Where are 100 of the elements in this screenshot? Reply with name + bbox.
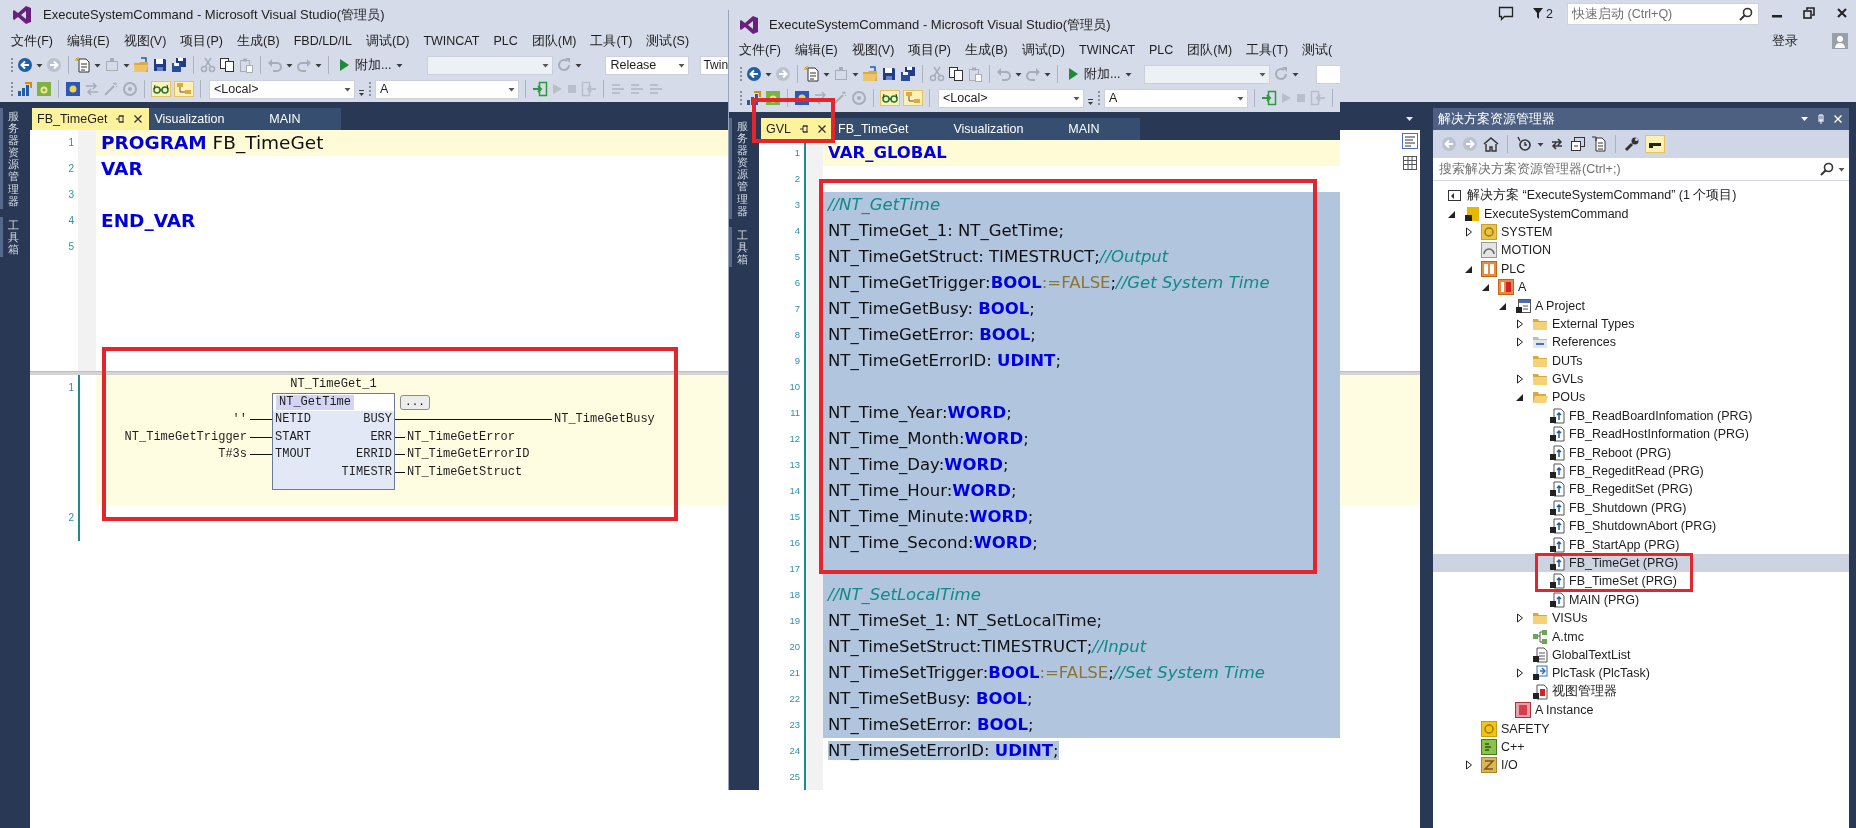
search-field[interactable]: 快速启动 (Ctrl+Q) xyxy=(1567,3,1759,25)
menu-item[interactable]: PLC xyxy=(486,31,525,50)
tree-item[interactable]: A xyxy=(1433,277,1849,297)
tree-item[interactable]: SYSTEM xyxy=(1433,222,1849,242)
menu-item[interactable]: 调试(D) xyxy=(359,31,417,50)
chart-icon[interactable] xyxy=(746,90,762,106)
login-icon[interactable] xyxy=(1261,90,1277,106)
tree-item[interactable]: FB_ShutdownAbort (PRG) xyxy=(1433,517,1849,536)
menu-item[interactable]: PLC xyxy=(1142,41,1181,59)
tree-item[interactable]: DUTs xyxy=(1433,351,1849,370)
menu-item[interactable]: 生成(B) xyxy=(230,31,287,50)
tree-item[interactable]: FB_TimeGet (PRG) xyxy=(1433,553,1849,573)
tree-item[interactable]: References xyxy=(1433,333,1849,352)
tree-item[interactable]: MAIN (PRG) xyxy=(1433,590,1849,609)
side-tab[interactable]: 工具箱 xyxy=(729,226,756,268)
tree-item[interactable]: A.tmc xyxy=(1433,627,1849,646)
gear-tile-icon[interactable] xyxy=(36,81,52,97)
tree-item[interactable]: FB_RegeditRead (PRG) xyxy=(1433,461,1849,481)
tree-item[interactable]: FB_Reboot (PRG) xyxy=(1433,443,1849,462)
copy-icon[interactable] xyxy=(219,57,235,73)
tree-item[interactable]: 视图管理器 xyxy=(1433,682,1849,701)
tree-item[interactable]: FB_Shutdown (PRG) xyxy=(1433,498,1849,518)
caret-icon[interactable] xyxy=(1800,114,1809,124)
menu-item[interactable]: 团队(M) xyxy=(1180,41,1240,59)
tree-item[interactable]: ExecuteSystemCommand xyxy=(1433,204,1849,223)
side-tab[interactable]: 服务器资源管理器 xyxy=(0,108,27,209)
avatar-icon[interactable] xyxy=(1832,33,1848,49)
menu-item[interactable]: 项目(P) xyxy=(173,31,230,50)
menu-item[interactable]: 编辑(E) xyxy=(787,41,845,59)
menu-item[interactable]: 工具(T) xyxy=(1239,41,1296,59)
menu-item[interactable]: 测试( xyxy=(1295,41,1340,59)
close-icon[interactable] xyxy=(133,114,144,124)
chart-icon[interactable] xyxy=(17,81,33,97)
side-tab[interactable]: 服务器资源管理器 xyxy=(729,118,756,219)
tree-item[interactable]: PLC xyxy=(1433,259,1849,278)
back-icon[interactable] xyxy=(746,66,762,82)
tree-item[interactable]: 解决方案 “ExecuteSystemCommand” (1 个项目) xyxy=(1433,186,1849,205)
document-tab[interactable]: FB_TimeGet xyxy=(833,118,949,140)
dropdown[interactable]: A xyxy=(375,79,519,99)
menu-item[interactable]: 项目(P) xyxy=(901,41,958,59)
login-icon[interactable] xyxy=(532,81,548,97)
tree-item[interactable]: VISUs xyxy=(1433,609,1849,628)
menu-item[interactable]: 编辑(E) xyxy=(59,31,117,50)
new-project-icon[interactable] xyxy=(804,66,820,82)
document-tab[interactable]: Visualization xyxy=(149,108,265,130)
menu-item[interactable]: 测试(S) xyxy=(639,31,697,50)
dropdown[interactable]: Release xyxy=(605,55,690,75)
expander-icon[interactable] xyxy=(1481,282,1491,293)
pin-icon[interactable] xyxy=(115,114,126,124)
tree-item[interactable]: SAFETY xyxy=(1433,719,1849,738)
fbd-network[interactable]: NT_TimeGet_1 '' NT_TimeGetTrigger T#3s NT_GetTime NETID BUSY START ERR TMOUT ERRID TIMESTR ... NT_TimeGetBusy NT_TimeGetError NT_TimeGetErrorID NT_TimeGetStruct xyxy=(96,375,729,505)
expander-icon[interactable] xyxy=(1515,374,1525,385)
expander-icon[interactable] xyxy=(1464,226,1474,237)
tree-item[interactable]: PlcTask (PlcTask) xyxy=(1433,664,1849,683)
side-tab[interactable]: 工具箱 xyxy=(0,216,27,258)
menu-item[interactable]: 生成(B) xyxy=(958,41,1015,59)
menu-item[interactable]: 团队(M) xyxy=(524,31,584,50)
expander-icon[interactable] xyxy=(1515,668,1525,679)
table-view-icon[interactable] xyxy=(1402,155,1418,171)
tree-item[interactable]: GVLs xyxy=(1433,369,1849,389)
wand-icon[interactable] xyxy=(832,90,848,106)
back-icon[interactable] xyxy=(17,57,33,73)
copy-icon[interactable] xyxy=(948,66,964,82)
dropdown[interactable]: A xyxy=(1104,88,1248,108)
preview-icon[interactable] xyxy=(1645,135,1665,153)
pin-icon[interactable] xyxy=(799,124,809,134)
swap-arrows-icon[interactable] xyxy=(813,90,829,106)
menu-item[interactable]: 工具(T) xyxy=(583,31,640,50)
history-icon[interactable] xyxy=(1516,136,1532,152)
close-icon[interactable] xyxy=(817,124,827,134)
menu-item[interactable]: 文件(F) xyxy=(732,41,788,59)
expander-icon[interactable] xyxy=(1515,337,1525,348)
tree-item[interactable]: MOTION xyxy=(1433,241,1849,260)
menu-item[interactable]: TWINCAT xyxy=(416,31,487,50)
tree-item[interactable]: FB_TimeSet (PRG) xyxy=(1433,572,1849,591)
document-tab[interactable]: GVL xyxy=(761,118,833,140)
expander-icon[interactable] xyxy=(1464,760,1474,771)
home-icon[interactable] xyxy=(1483,136,1499,152)
expander-icon[interactable] xyxy=(1515,392,1525,403)
show-files-icon[interactable] xyxy=(1591,136,1607,152)
more-button[interactable]: ... xyxy=(400,394,430,410)
menu-item[interactable]: 文件(F) xyxy=(4,31,60,50)
tree-item[interactable]: GlobalTextList xyxy=(1433,645,1849,665)
tree-item[interactable]: FB_ReadBoardInfomation (PRG) xyxy=(1433,406,1849,426)
glasses-icon[interactable] xyxy=(880,90,900,106)
menu-item[interactable]: 视图(V) xyxy=(116,31,174,50)
tree-item[interactable]: C++ xyxy=(1433,737,1849,757)
menu-item[interactable]: FBD/LD/IL xyxy=(286,31,359,50)
tree-item[interactable]: External Types xyxy=(1433,314,1849,334)
start-icon[interactable] xyxy=(1280,90,1292,106)
feedback-icon[interactable] xyxy=(1498,6,1515,22)
tree-item[interactable]: A Project xyxy=(1433,296,1849,315)
document-tab[interactable]: MAIN xyxy=(1063,118,1140,140)
save-all-icon[interactable] xyxy=(171,57,187,73)
glasses-icon[interactable] xyxy=(151,81,171,97)
tree-item[interactable]: POUs xyxy=(1433,388,1849,407)
function-block[interactable]: NT_GetTime NETID BUSY START ERR TMOUT ERRID TIMESTR xyxy=(272,393,395,490)
tree-item[interactable]: A Instance xyxy=(1433,700,1849,720)
menu-item[interactable]: TWINCAT xyxy=(1072,41,1143,59)
restore-icon[interactable] xyxy=(1803,6,1816,22)
